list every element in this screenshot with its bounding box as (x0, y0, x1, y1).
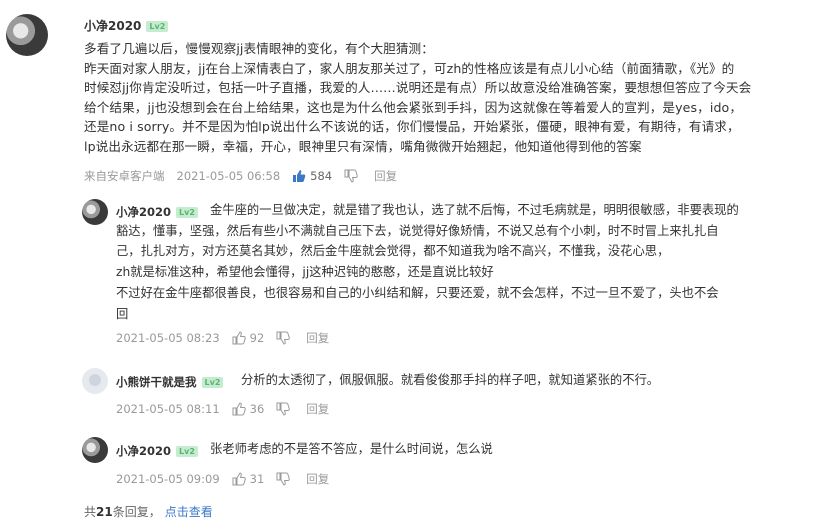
reply-body: 金牛座的一旦做决定，就是错了我也认，选了就不后悔，不过毛病就是，明明很敏感，非要… (116, 200, 816, 324)
thumbs-down-icon[interactable] (276, 331, 291, 345)
reply-line: 豁达，懂事，坚强，然后有些小不满就自己压下去，说觉得好像矫情，不说又总有个小刺，… (116, 223, 719, 238)
reply-body: 分析的太透彻了，佩服佩服。就看俊俊那手抖的样子吧，就知道紧张的不行。 (241, 370, 821, 391)
timestamp: 2021-05-05 08:11 (116, 402, 220, 416)
level-badge: Lv2 (146, 21, 169, 32)
thumbs-up-icon[interactable] (232, 402, 246, 416)
reply-button[interactable]: 回复 (306, 471, 329, 487)
reply-button[interactable]: 回复 (306, 401, 329, 417)
avatar[interactable] (82, 368, 108, 394)
comment-line: 给个结果，jj也没想到会在台上给结果，这也是为什么他会紧张到手抖，因为这就像在等… (84, 99, 743, 115)
avatar[interactable] (82, 437, 108, 463)
avatar[interactable] (82, 199, 108, 225)
username-text[interactable]: 小净2020 (116, 444, 171, 458)
comment-line: 还是no i sorry。并不是因为怕lp说出什么不该说的话，你们慢慢品，开始紧… (84, 119, 740, 135)
reply-line: zh就是标准这种，希望他会懂得，jj这种迟钝的憨憨，还是直说比较好 (116, 265, 494, 280)
comment-meta: 来自安卓客户端 2021-05-05 06:58 584 回复 (84, 168, 397, 184)
thumbs-down-icon[interactable] (276, 472, 291, 486)
timestamp: 2021-05-05 08:23 (116, 331, 220, 345)
reply-line: 回 (116, 306, 129, 321)
like-count[interactable]: 92 (250, 331, 265, 345)
reply-line: 张老师考虑的不是答不答应，是什么时间说，怎么说 (210, 442, 493, 456)
level-badge: Lv2 (201, 377, 224, 388)
reply-count: 21 (96, 505, 113, 519)
like-count[interactable]: 36 (250, 402, 265, 416)
avatar[interactable] (6, 14, 48, 56)
source-text: 来自安卓客户端 (84, 169, 165, 183)
reply-meta: 2021-05-05 08:11 36 回复 (116, 401, 329, 417)
comment-body: 多看了几遍以后，慢慢观察jj表情眼神的变化，有个大胆猜测： 昨天面对家人朋友，j… (84, 39, 818, 157)
footer-prefix: 共 (84, 505, 97, 519)
reply-line: 己，扎扎对方，对方还莫名其妙，然后金牛座就会觉得，都不知道我为啥不高兴，不懂我，… (116, 244, 670, 259)
reply-button[interactable]: 回复 (306, 330, 329, 346)
comment-line: 时候怼jj你肯定没听过，包括一叶子直播，我爱的人……说明还是有点）所以故意没给准… (84, 80, 752, 96)
footer-suffix: 条回复， (112, 505, 161, 519)
username-text[interactable]: 小净2020 (84, 19, 141, 33)
reply-meta: 2021-05-05 09:09 31 回复 (116, 471, 329, 487)
comment-thread: 小净2020 Lv2 多看了几遍以后，慢慢观察jj表情眼神的变化，有个大胆猜测： … (0, 0, 835, 530)
reply-count-footer: 共21条回复， 点击查看 (84, 503, 213, 520)
comment-line: 多看了几遍以后，慢慢观察jj表情眼神的变化，有个大胆猜测： (84, 41, 434, 56)
comment-username[interactable]: 小净2020 Lv2 (84, 17, 169, 34)
reply-body: 张老师考虑的不是答不答应，是什么时间说，怎么说 (210, 439, 810, 460)
reply-line: 不过好在金牛座都很善良，也很容易和自己的小纠结和解，只要还爱，就不会怎样，不过一… (116, 285, 719, 300)
comment-line: lp说出永远都在那一瞬，幸福，开心，眼神里只有深情，嘴角微微开始翘起，他知道他得… (84, 138, 642, 154)
thumbs-up-icon[interactable] (232, 331, 246, 345)
reply-username[interactable]: 小净2020 Lv2 (116, 443, 198, 459)
thumbs-down-icon[interactable] (276, 402, 291, 416)
username-text[interactable]: 小熊饼干就是我 (116, 375, 197, 389)
thumbs-down-icon[interactable] (344, 169, 358, 183)
reply-button[interactable]: 回复 (374, 168, 397, 184)
like-count[interactable]: 584 (310, 169, 332, 183)
comment-line: 昨天面对家人朋友，jj在台上深情表白了，家人朋友那关过了，可zh的性格应该是有点… (84, 60, 735, 76)
view-replies-link[interactable]: 点击查看 (165, 505, 213, 519)
reply-line: 金牛座的一旦做决定，就是错了我也认，选了就不后悔，不过毛病就是，明明很敏感，非要… (210, 203, 739, 217)
reply-meta: 2021-05-05 08:23 92 回复 (116, 330, 329, 346)
timestamp: 2021-05-05 06:58 (176, 169, 281, 183)
reply-line: 分析的太透彻了，佩服佩服。就看俊俊那手抖的样子吧，就知道紧张的不行。 (241, 373, 660, 387)
thumbs-up-icon[interactable] (232, 472, 246, 486)
level-badge: Lv2 (176, 446, 198, 457)
reply-username[interactable]: 小熊饼干就是我 Lv2 (116, 374, 224, 390)
like-count[interactable]: 31 (250, 472, 265, 486)
timestamp: 2021-05-05 09:09 (116, 472, 220, 486)
thumbs-up-icon[interactable] (292, 169, 306, 183)
